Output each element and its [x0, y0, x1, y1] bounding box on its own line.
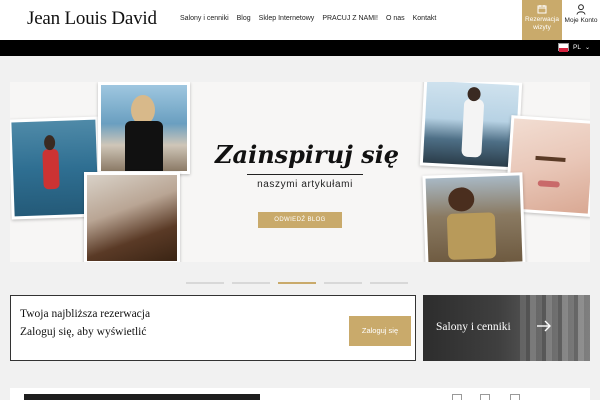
main-nav: Salony i cenniki Blog Sklep Internetowy … — [180, 15, 444, 22]
language-bar: PL ⌄ — [0, 40, 600, 56]
nav-kontakt[interactable]: Kontakt — [413, 15, 437, 22]
hero-banner: Zainspiruj się naszymi artykułami ODWIED… — [10, 82, 590, 262]
salons-label: Salony i cenniki — [436, 321, 511, 333]
poland-flag-icon — [558, 43, 569, 52]
brand-logo[interactable]: Jean Louis David — [27, 8, 157, 30]
chevron-down-icon: ⌄ — [584, 44, 590, 51]
hero-photo-woman-on-rocks — [419, 82, 523, 171]
site-header: Jean Louis David Salony i cenniki Blog S… — [0, 0, 600, 40]
user-icon — [576, 4, 586, 15]
next-reservation-panel: Twoja najbliższa rezerwacja Zaloguj się,… — [10, 295, 416, 361]
nav-sklep[interactable]: Sklep Internetowy — [259, 15, 315, 22]
login-button[interactable]: Zaloguj się — [349, 316, 411, 346]
reservation-button[interactable]: Rezerwacja wizyty — [522, 0, 562, 40]
next-section — [10, 388, 590, 400]
nav-pracuj[interactable]: PRACUJ Z NAMI! — [322, 15, 378, 22]
carousel-dot-active[interactable] — [278, 282, 316, 284]
nav-salony[interactable]: Salony i cenniki — [180, 15, 229, 22]
salon-interior-image — [520, 295, 590, 361]
hero-subtitle: naszymi artykułami — [247, 174, 363, 190]
account-button[interactable]: Moje Konto — [562, 0, 600, 40]
section-icon — [510, 394, 520, 400]
carousel-dot[interactable] — [232, 282, 270, 284]
carousel-dot[interactable] — [370, 282, 408, 284]
language-selector[interactable]: PL ⌄ — [558, 43, 590, 52]
hero-photo-woman-on-beach — [98, 82, 190, 174]
hero-title: Zainspiruj się — [215, 140, 400, 169]
section-image — [24, 394, 260, 400]
language-code: PL — [573, 43, 581, 51]
carousel-indicators — [186, 282, 408, 284]
section-icon — [452, 394, 462, 400]
arrow-right-icon — [537, 320, 551, 332]
reservation-label: Rezerwacja wizyty — [525, 16, 559, 31]
calendar-icon — [537, 5, 547, 14]
account-label: Moje Konto — [564, 17, 598, 24]
visit-blog-button[interactable]: ODWIEDŹ BLOG — [258, 212, 342, 228]
nav-blog[interactable]: Blog — [237, 15, 251, 22]
salons-tile[interactable]: Salony i cenniki — [423, 295, 590, 361]
reservation-login-prompt: Zaloguj się, aby wyświetlić — [20, 326, 147, 338]
hero-photo-long-hair — [84, 172, 180, 262]
carousel-dot[interactable] — [324, 282, 362, 284]
reservation-title: Twoja najbliższa rezerwacja — [20, 308, 151, 320]
nav-o-nas[interactable]: O nas — [386, 15, 405, 22]
carousel-dot[interactable] — [186, 282, 224, 284]
hero-photo-short-hair — [422, 172, 526, 262]
section-icon — [480, 394, 490, 400]
